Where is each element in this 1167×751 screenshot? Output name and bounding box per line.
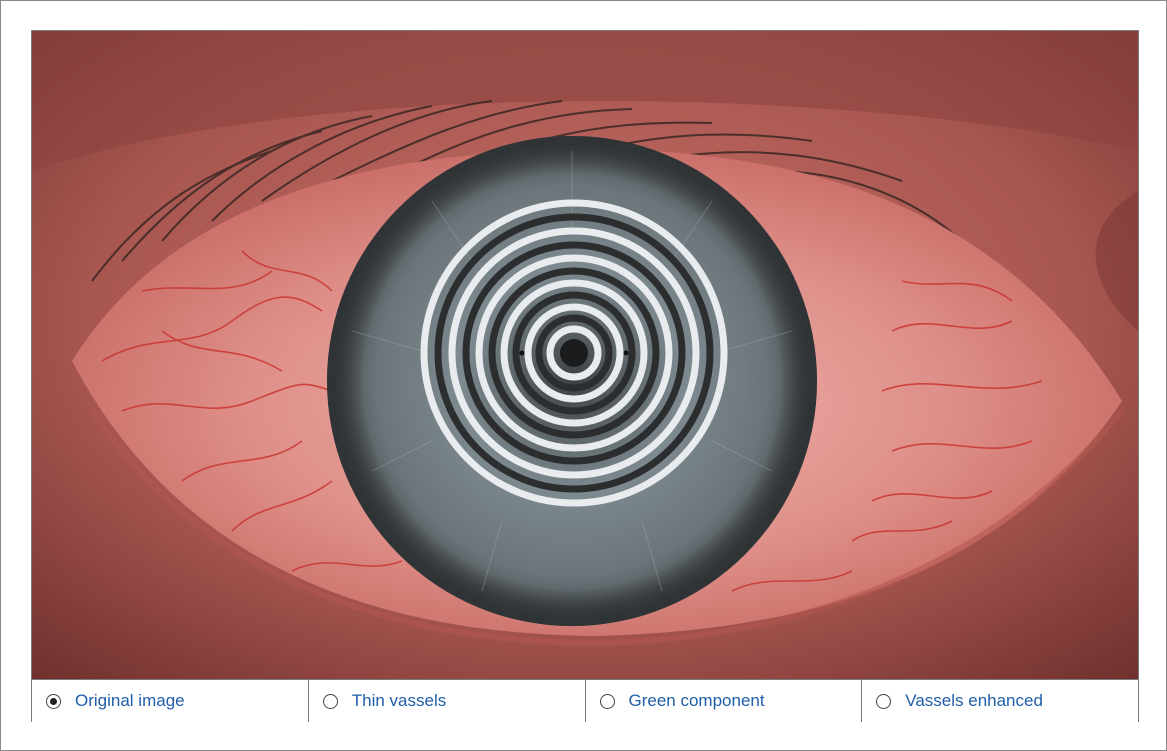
view-mode-options: Original image Thin vassels Green compon… xyxy=(32,679,1138,722)
option-label: Thin vassels xyxy=(351,691,447,710)
radio-unselected-icon[interactable] xyxy=(599,693,615,709)
eye-image xyxy=(32,31,1138,679)
option-label: Original image xyxy=(75,691,185,710)
eye-photograph xyxy=(32,31,1138,679)
option-original-image[interactable]: Original image xyxy=(32,680,309,722)
page-frame: Original image Thin vassels Green compon… xyxy=(0,0,1167,751)
radio-unselected-icon[interactable] xyxy=(322,693,338,709)
option-vessels-enhanced[interactable]: Vassels enhanced xyxy=(862,680,1138,722)
radio-selected-icon[interactable] xyxy=(46,693,61,709)
option-label: Vassels enhanced xyxy=(905,691,1043,710)
option-thin-vessels[interactable]: Thin vassels xyxy=(309,680,586,722)
radio-unselected-icon[interactable] xyxy=(876,693,892,709)
option-green-component[interactable]: Green component xyxy=(586,680,863,722)
option-label: Green component xyxy=(628,691,765,710)
image-viewer: Original image Thin vassels Green compon… xyxy=(31,30,1139,722)
